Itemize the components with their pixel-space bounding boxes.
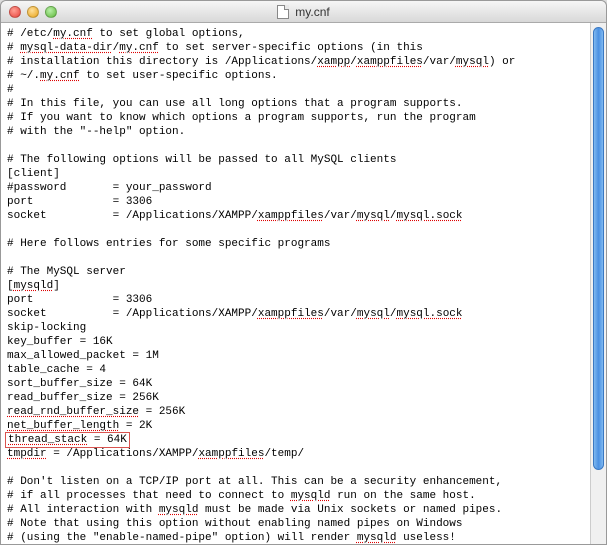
editor-line[interactable]: socket = /Applications/XAMPP/xamppfiles/…	[7, 307, 584, 321]
editor-line[interactable]: skip-locking	[7, 321, 584, 335]
editor-line[interactable]: # The MySQL server	[7, 265, 584, 279]
editor-line[interactable]: [client]	[7, 167, 584, 181]
editor-line[interactable]: tmpdir = /Applications/XAMPP/xamppfiles/…	[7, 447, 584, 461]
text-editor[interactable]: # /etc/my.cnf to set global options,# my…	[1, 23, 590, 544]
traffic-lights	[1, 6, 57, 18]
editor-line[interactable]: # ~/.my.cnf to set user-specific options…	[7, 69, 584, 83]
editor-line[interactable]: # Don't listen on a TCP/IP port at all. …	[7, 475, 584, 489]
editor-line[interactable]	[7, 223, 584, 237]
editor-line[interactable]: key_buffer = 16K	[7, 335, 584, 349]
editor-line[interactable]: # installation this directory is /Applic…	[7, 55, 584, 69]
document-icon	[277, 5, 289, 19]
editor-line[interactable]: #	[7, 83, 584, 97]
editor-line[interactable]: # with the "--help" option.	[7, 125, 584, 139]
editor-line[interactable]: # The following options will be passed t…	[7, 153, 584, 167]
editor-window: my.cnf # /etc/my.cnf to set global optio…	[0, 0, 607, 545]
editor-line[interactable]: max_allowed_packet = 1M	[7, 349, 584, 363]
editor-line[interactable]: # All interaction with mysqld must be ma…	[7, 503, 584, 517]
close-button[interactable]	[9, 6, 21, 18]
editor-line[interactable]: #password = your_password	[7, 181, 584, 195]
editor-line[interactable]: sort_buffer_size = 64K	[7, 377, 584, 391]
editor-line[interactable]: # /etc/my.cnf to set global options,	[7, 27, 584, 41]
content-area: # /etc/my.cnf to set global options,# my…	[1, 23, 606, 544]
zoom-button[interactable]	[45, 6, 57, 18]
editor-line[interactable]: port = 3306	[7, 195, 584, 209]
editor-line[interactable]	[7, 461, 584, 475]
titlebar[interactable]: my.cnf	[1, 1, 606, 23]
editor-line[interactable]: port = 3306	[7, 293, 584, 307]
editor-line[interactable]: # Note that using this option without en…	[7, 517, 584, 531]
editor-line[interactable]: # Here follows entries for some specific…	[7, 237, 584, 251]
editor-line[interactable]: # If you want to know which options a pr…	[7, 111, 584, 125]
editor-line[interactable]: read_buffer_size = 256K	[7, 391, 584, 405]
editor-line[interactable]: socket = /Applications/XAMPP/xamppfiles/…	[7, 209, 584, 223]
editor-line[interactable]: # if all processes that need to connect …	[7, 489, 584, 503]
editor-line[interactable]: thread_stack = 64K	[7, 433, 584, 447]
title-wrap: my.cnf	[1, 5, 606, 19]
scrollbar-thumb[interactable]	[593, 27, 604, 470]
editor-line[interactable]: [mysqld]	[7, 279, 584, 293]
highlighted-line: thread_stack = 64K	[5, 432, 130, 448]
editor-line[interactable]: table_cache = 4	[7, 363, 584, 377]
editor-line[interactable]	[7, 139, 584, 153]
minimize-button[interactable]	[27, 6, 39, 18]
editor-line[interactable]: # In this file, you can use all long opt…	[7, 97, 584, 111]
editor-line[interactable]: # mysql-data-dir/my.cnf to set server-sp…	[7, 41, 584, 55]
editor-line[interactable]: net_buffer_length = 2K	[7, 419, 584, 433]
editor-line[interactable]	[7, 251, 584, 265]
window-title: my.cnf	[295, 5, 329, 19]
editor-line[interactable]: # (using the "enable-named-pipe" option)…	[7, 531, 584, 544]
vertical-scrollbar[interactable]	[590, 23, 606, 544]
editor-line[interactable]: read_rnd_buffer_size = 256K	[7, 405, 584, 419]
